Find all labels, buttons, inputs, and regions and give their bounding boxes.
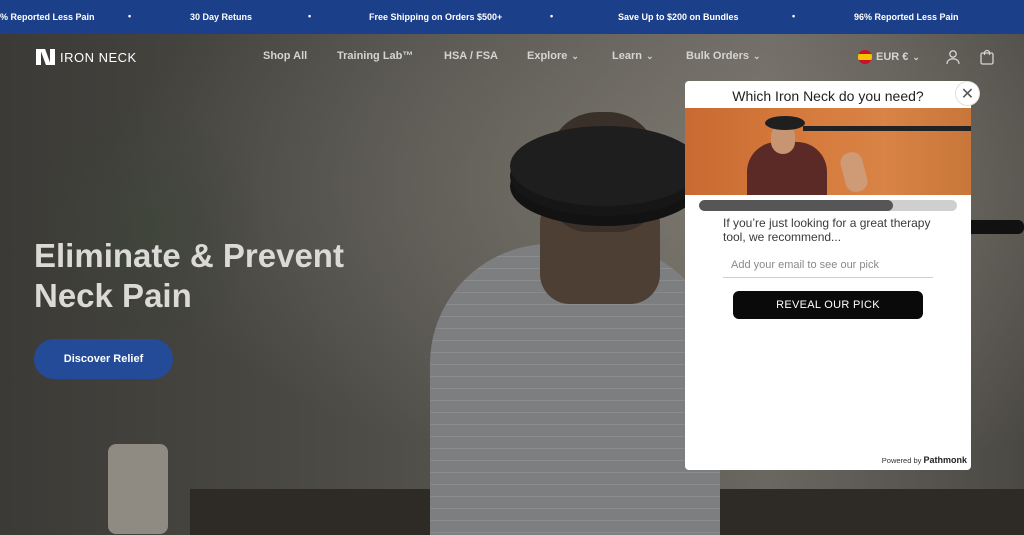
currency-selector[interactable]: EUR € ⌄ bbox=[858, 50, 920, 64]
hero-iron-neck-device bbox=[510, 126, 700, 206]
iron-neck-logo[interactable]: IRON NECK bbox=[36, 49, 137, 65]
nav-item-hsa-fsa[interactable]: HSA / FSA bbox=[444, 50, 498, 62]
nav-item-training-lab[interactable]: Training Lab™ bbox=[337, 50, 413, 62]
popup-person-hand bbox=[838, 149, 870, 195]
announcement-separator: • bbox=[792, 11, 796, 21]
close-icon[interactable]: ✕ bbox=[956, 82, 979, 105]
hero-title: Eliminate & Prevent Neck Pain bbox=[34, 236, 344, 316]
nav-item-label: Shop All bbox=[263, 50, 308, 62]
nav-item-bulk-orders[interactable]: Bulk Orders ⌄ bbox=[686, 50, 761, 62]
nav-item-label: Learn bbox=[612, 50, 642, 62]
user-icon[interactable] bbox=[945, 49, 961, 65]
announcement-message: Save Up to $200 on Bundles bbox=[618, 12, 739, 22]
iron-neck-logo-icon bbox=[36, 49, 56, 65]
chevron-down-icon: ⌄ bbox=[912, 51, 920, 62]
reveal-our-pick-button[interactable]: REVEAL OUR PICK bbox=[733, 291, 923, 319]
popup-device bbox=[765, 116, 805, 130]
nav-item-label: Explore bbox=[527, 50, 568, 62]
hero-title-line: Eliminate & Prevent bbox=[34, 237, 344, 274]
quiz-popup: Which Iron Neck do you need? If you’re j… bbox=[685, 81, 971, 470]
hero-vase-image bbox=[108, 444, 168, 534]
powered-by-pathmonk[interactable]: Powered by Pathmonk bbox=[882, 455, 967, 465]
quiz-progress-bar bbox=[699, 200, 957, 211]
chevron-down-icon: ⌄ bbox=[645, 50, 654, 61]
announcement-bar: 96% Reported Less Pain • 30 Day Retuns •… bbox=[0, 0, 1024, 34]
announcement-separator: • bbox=[308, 11, 312, 21]
nav-item-learn[interactable]: Learn ⌄ bbox=[612, 50, 654, 62]
powered-by-label: Powered by bbox=[881, 456, 922, 465]
popup-title: Which Iron Neck do you need? bbox=[732, 88, 924, 104]
announcement-message: 30 Day Retuns bbox=[190, 12, 253, 22]
nav-item-explore[interactable]: Explore ⌄ bbox=[527, 50, 579, 62]
nav-item-label: Training Lab™ bbox=[337, 50, 414, 62]
announcement-message: 96% Reported Less Pain bbox=[0, 12, 95, 22]
logo-text: IRON NECK bbox=[60, 49, 137, 65]
discover-relief-button[interactable]: Discover Relief bbox=[34, 339, 173, 379]
email-field[interactable] bbox=[723, 252, 933, 278]
nav-item-shop-all[interactable]: Shop All bbox=[263, 50, 307, 62]
hero-title-line: Neck Pain bbox=[34, 277, 192, 314]
currency-label: EUR € bbox=[876, 51, 909, 63]
announcement-separator: • bbox=[550, 11, 554, 21]
announcement-message: 96% Reported Less Pain bbox=[854, 12, 959, 22]
quiz-progress-fill bbox=[699, 200, 893, 211]
chevron-down-icon: ⌄ bbox=[571, 50, 579, 61]
announcement-separator: • bbox=[128, 11, 132, 21]
nav-item-label: Bulk Orders bbox=[686, 50, 749, 62]
flag-spain-icon bbox=[858, 50, 872, 64]
popup-product-image bbox=[685, 108, 971, 195]
announcement-message: Free Shipping on Orders $500+ bbox=[369, 12, 503, 22]
pathmonk-brand: Pathmonk bbox=[923, 455, 967, 465]
main-navigation: IRON NECK Shop All Training Lab™ HSA / F… bbox=[0, 34, 1024, 80]
popup-recommendation-text: If you’re just looking for a great thera… bbox=[723, 216, 931, 244]
nav-item-label: HSA / FSA bbox=[444, 50, 498, 62]
chevron-down-icon: ⌄ bbox=[752, 50, 761, 61]
popup-resistance-band bbox=[803, 126, 971, 131]
cart-icon[interactable] bbox=[979, 49, 995, 65]
